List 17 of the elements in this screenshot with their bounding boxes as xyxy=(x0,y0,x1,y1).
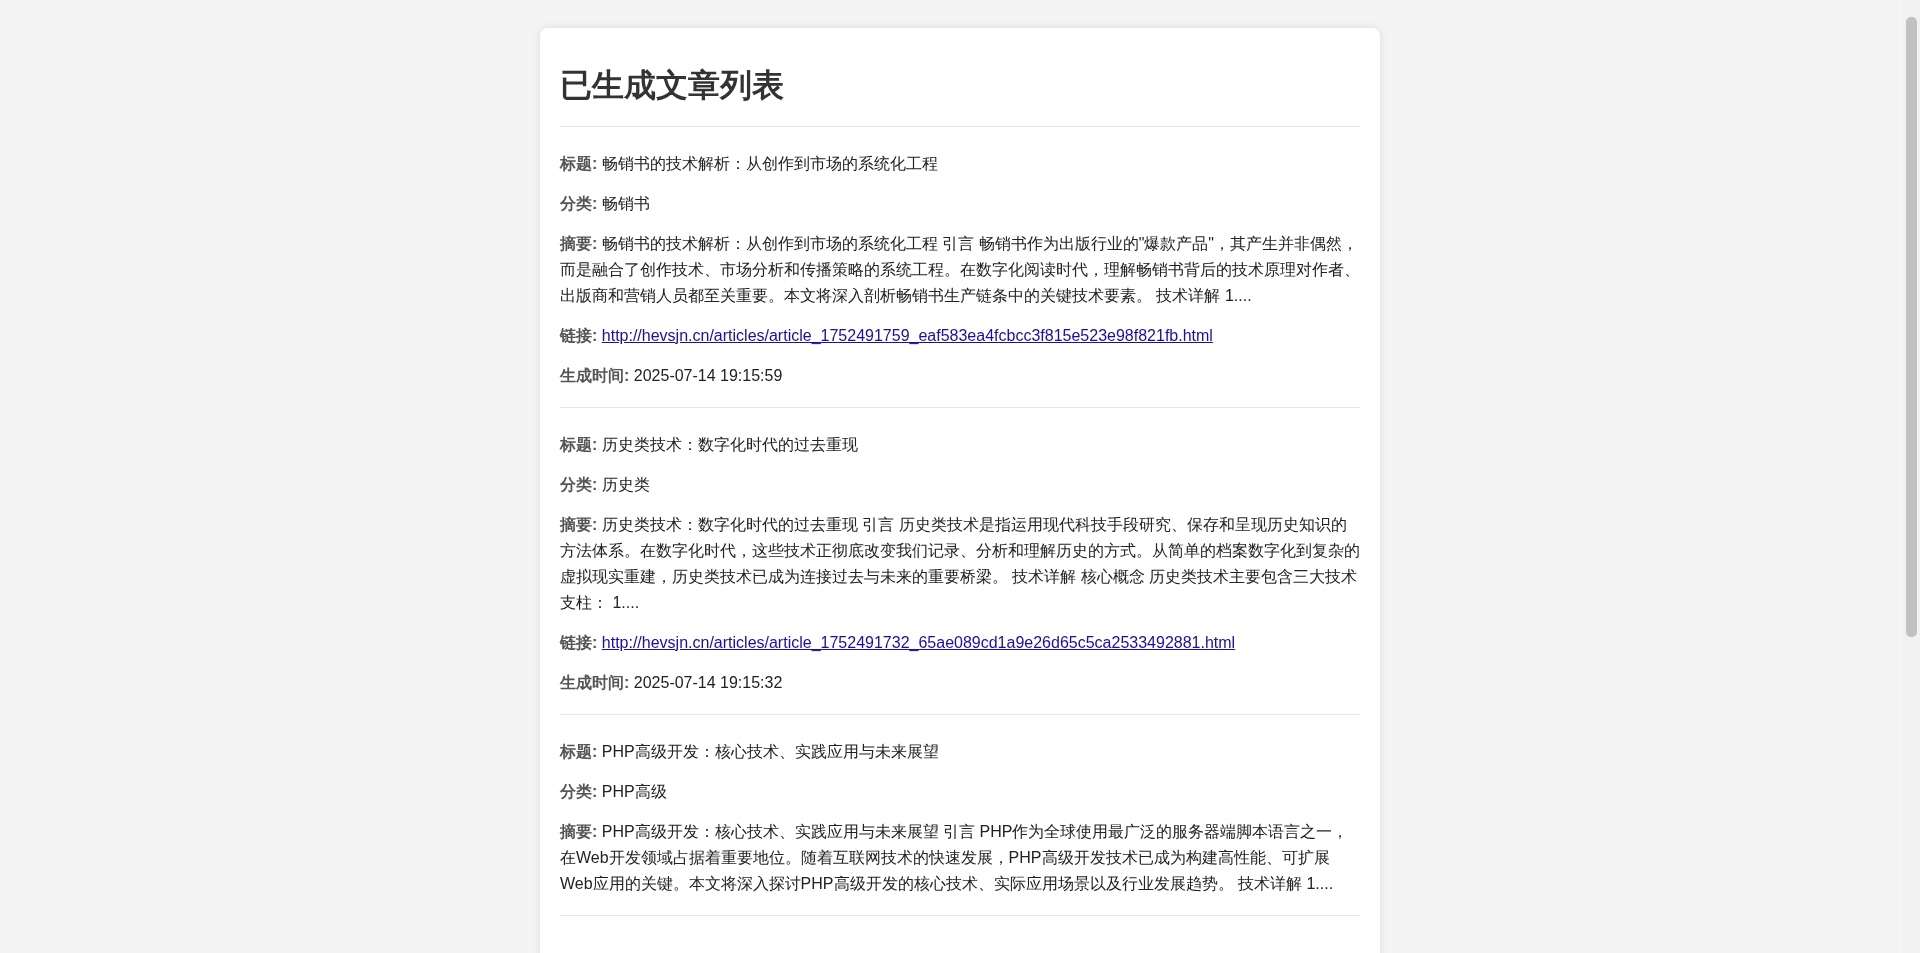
generated-time: 生成时间: 2025-07-14 19:15:59 xyxy=(560,366,784,386)
article-title: 标题: PHP高级开发：核心技术、实践应用与未来展望 xyxy=(560,742,940,762)
generated-time: 生成时间: 2025-07-14 19:15:32 xyxy=(560,673,784,693)
article-title: 标题: 历史类技术：数字化时代的过去重现 xyxy=(560,435,859,455)
article-link[interactable]: http://hevsjn.cn/articles/article_1752491732_65ae089cd1a9e26d65c5ca2533492881.html xyxy=(601,634,1236,651)
article-summary: 摘要: PHP高级开发：核心技术、实践应用与未来展望 引言 PHP作为全球使用最广泛的服务器端脚本语言之一，在Web开发领域占据着重要地位。随着互联网技术的快速发展，PHP高级开发技术已成为构建高性能、可扩展Web应用的关键。本文将深入探讨PHP高级开发的核心技术、实际应用场景以及行业发展趋势。 技术详解 1.... xyxy=(560,822,1350,894)
article-category: 分类: 历史类 xyxy=(560,475,651,495)
article-category: 分类: PHP高级 xyxy=(560,782,668,802)
scrollbar-thumb[interactable] xyxy=(1906,17,1917,637)
link-label: 链接: xyxy=(560,327,598,344)
link-label: 链接: xyxy=(560,634,598,651)
article-category: 分类: 畅销书 xyxy=(560,194,651,214)
article-summary: 摘要: 历史类技术：数字化时代的过去重现 引言 历史类技术是指运用现代科技手段研究、保存和呈现历史知识的方法体系。在数字化时代，这些技术正彻底改变我们记录、分析和理解历史的方式。从简单的档案数字化到复杂的虚拟现实重建，历史类技术已成为连接过去与未来的重要桥梁。 技术详解 核心概念 历史类技术主要包含三大技术支柱： 1.... xyxy=(560,515,1360,613)
article-link[interactable]: http://hevsjn.cn/articles/article_1752491759_eaf583ea4fcbcc3f815e523e98f821fb.html xyxy=(601,327,1213,344)
article-summary: 摘要: 畅销书的技术解析：从创作到市场的系统化工程 引言 畅销书作为出版行业的"爆款产品"，其产生并非偶然，而是融合了创作技术、市场分析和传播策略的系统工程。在数字化阅读时代，理解畅销书背后的技术原理对作者、出版商和营销人员都至关重要。本文将深入剖析畅销书生产链条中的关键技术要素。 技术详解 1.... xyxy=(560,234,1360,306)
page-heading: 已生成文章列表 xyxy=(560,66,785,105)
article-title: 标题: 畅销书的技术解析：从创作到市场的系统化工程 xyxy=(560,154,939,174)
